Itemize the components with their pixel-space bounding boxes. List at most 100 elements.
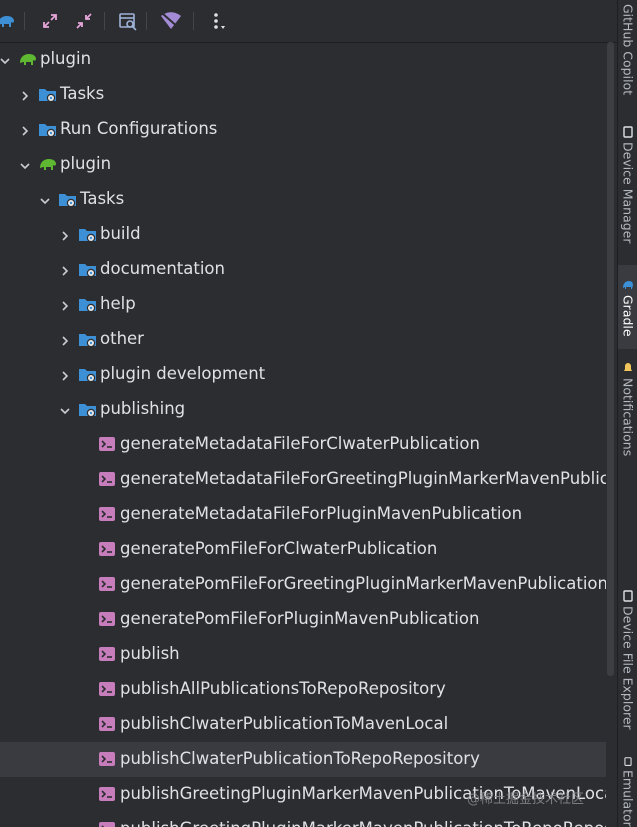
toolbar-separator	[193, 12, 194, 30]
gradle-elephant-icon[interactable]	[0, 9, 18, 33]
tree-row-label: help	[100, 294, 136, 313]
tab-device-file-explorer-label: Device File Explorer	[620, 606, 636, 730]
tree-row-label: Tasks	[60, 84, 105, 103]
bell-icon	[624, 363, 632, 371]
tree-row-label: documentation	[100, 259, 225, 278]
gradle-elephant-icon	[38, 156, 56, 174]
tab-notifications[interactable]: Notifications	[618, 362, 637, 472]
tree-row-label: Tasks	[80, 189, 125, 208]
chevron-right-icon[interactable]	[58, 263, 72, 277]
tree-row[interactable]: publishAllPublicationsToRepoRepository	[0, 672, 606, 707]
tree-row[interactable]: help	[0, 287, 606, 322]
tree-row[interactable]: generateMetadataFileForClwaterPublicatio…	[0, 427, 606, 462]
toolbar-separator	[104, 12, 105, 30]
tasks-folder-icon	[78, 261, 96, 279]
task-icon	[98, 716, 116, 734]
chevron-right-icon[interactable]	[58, 333, 72, 347]
gradle-elephant-icon	[18, 51, 36, 69]
chevron-right-icon[interactable]	[18, 123, 32, 137]
task-icon	[98, 611, 116, 629]
tree-row[interactable]: generatePomFileForGreetingPluginMarkerMa…	[0, 567, 606, 602]
tree-row-label: generateMetadataFileForClwaterPublicatio…	[120, 434, 480, 453]
tab-github-copilot-label: GitHub Copilot	[620, 4, 636, 96]
tasks-folder-icon	[38, 86, 56, 104]
tab-github-copilot[interactable]: GitHub Copilot	[618, 0, 637, 110]
tasks-folder-icon	[78, 226, 96, 244]
collapse-all-icon[interactable]	[72, 9, 96, 33]
tab-device-manager[interactable]: Device Manager	[618, 126, 637, 256]
chevron-down-icon[interactable]	[0, 53, 12, 67]
tab-emulator[interactable]: Emulator	[618, 757, 637, 827]
task-icon	[98, 471, 116, 489]
chevron-down-icon[interactable]	[18, 158, 32, 172]
tree-row-label: generatePomFileForClwaterPublication	[120, 539, 438, 558]
emulator-icon	[624, 757, 632, 766]
gradle-toolbar	[0, 0, 617, 43]
tree-row-label: Run Configurations	[60, 119, 218, 138]
chevron-right-icon[interactable]	[58, 228, 72, 242]
gradle-elephant-icon	[623, 281, 633, 289]
tree-row-label: publish	[120, 644, 180, 663]
task-icon	[98, 576, 116, 594]
tree-row[interactable]: other	[0, 322, 606, 357]
chevron-right-icon[interactable]	[18, 88, 32, 102]
tab-notifications-label: Notifications	[620, 378, 636, 457]
tree-row-label: publishAllPublicationsToRepoRepository	[120, 679, 446, 698]
tree-row-label: generatePomFileForPluginMavenPublication	[120, 609, 480, 628]
tree-row-label: plugin	[60, 154, 112, 173]
tasks-folder-icon	[58, 191, 76, 209]
tree-row-label: publishGreetingPluginMarkerMavenPublicat…	[120, 819, 606, 827]
expand-all-icon[interactable]	[38, 9, 62, 33]
chevron-right-icon[interactable]	[58, 368, 72, 382]
tree-row-label: publishing	[100, 399, 186, 418]
tree-row[interactable]: publish	[0, 637, 606, 672]
tree-row[interactable]: plugin	[0, 147, 606, 182]
tree-row[interactable]: publishClwaterPublicationToMavenLocal	[0, 707, 606, 742]
device-manager-icon	[623, 126, 633, 138]
tab-gradle-label: Gradle	[620, 295, 636, 337]
tree-row[interactable]: generatePomFileForClwaterPublication	[0, 532, 606, 567]
task-icon	[98, 541, 116, 559]
chevron-down-icon[interactable]	[58, 403, 72, 417]
tree-row[interactable]: Tasks	[0, 77, 606, 112]
tree-row[interactable]: publishing	[0, 392, 606, 427]
task-icon	[98, 751, 116, 769]
tab-device-file-explorer[interactable]: Device File Explorer	[618, 590, 637, 740]
tasks-folder-icon	[78, 331, 96, 349]
analyze-dependencies-icon[interactable]	[116, 9, 140, 33]
chevron-down-icon[interactable]	[38, 193, 52, 207]
tree-row[interactable]: generateMetadataFileForGreetingPluginMar…	[0, 462, 606, 497]
tree-row[interactable]: plugin development	[0, 357, 606, 392]
tree-row[interactable]: generatePomFileForPluginMavenPublication	[0, 602, 606, 637]
task-icon	[98, 821, 116, 827]
tree-row[interactable]: plugin	[0, 42, 606, 77]
tree-row[interactable]: Tasks	[0, 182, 606, 217]
tree-row[interactable]: publishGreetingPluginMarkerMavenPublicat…	[0, 812, 606, 827]
right-tool-window-strip: GitHub Copilot Device Manager Gradle Not…	[617, 0, 637, 827]
task-icon	[98, 646, 116, 664]
tree-row-label: publishClwaterPublicationToMavenLocal	[120, 714, 449, 733]
tab-gradle[interactable]: Gradle	[618, 265, 637, 349]
tree-row-label: generateMetadataFileForGreetingPluginMar…	[120, 469, 606, 488]
task-icon	[98, 506, 116, 524]
more-options-icon[interactable]	[206, 9, 230, 33]
gradle-task-tree: plugin Tasks Run Configurations plugin Tasks…	[0, 42, 606, 827]
task-icon	[98, 681, 116, 699]
tree-row-label: other	[100, 329, 144, 348]
chevron-right-icon[interactable]	[58, 298, 72, 312]
tree-scrollbar[interactable]	[607, 42, 614, 676]
task-icon	[98, 786, 116, 804]
toggle-offline-mode-icon[interactable]	[159, 9, 183, 33]
tree-row[interactable]: generateMetadataFileForPluginMavenPublic…	[0, 497, 606, 532]
device-file-icon	[623, 590, 633, 602]
tree-row[interactable]: publishClwaterPublicationToRepoRepositor…	[0, 742, 606, 777]
watermark: @稀土掘金技术社区	[467, 792, 585, 807]
tasks-folder-icon	[78, 366, 96, 384]
toolbar-separator	[146, 12, 147, 30]
tree-row-label: publishClwaterPublicationToRepoRepositor…	[120, 749, 480, 768]
tree-row[interactable]: documentation	[0, 252, 606, 287]
tree-row[interactable]: build	[0, 217, 606, 252]
tasks-folder-icon	[78, 296, 96, 314]
toolbar-separator	[24, 12, 25, 30]
tree-row[interactable]: Run Configurations	[0, 112, 606, 147]
